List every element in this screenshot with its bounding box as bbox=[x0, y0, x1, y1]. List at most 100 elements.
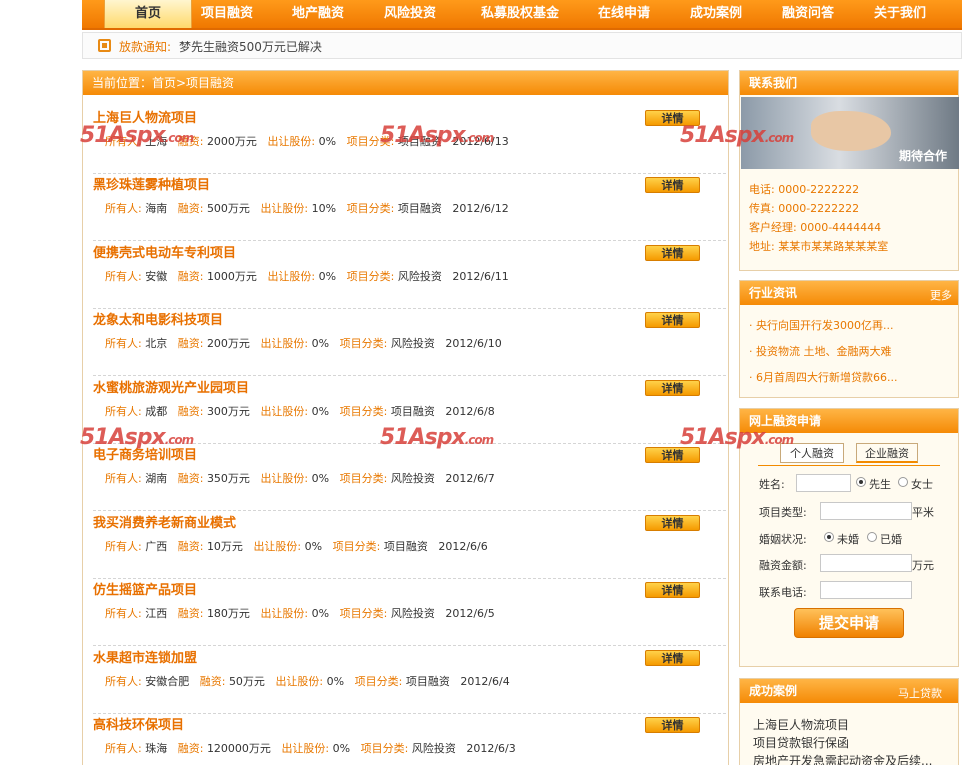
fund-value: 2000万元 bbox=[206, 135, 257, 148]
gender-male-label: 先生 bbox=[869, 478, 891, 491]
project-row: 龙象太和电影科技项目 详情所有人: 北京 融资: 200万元 出让股份: 0% 项… bbox=[93, 309, 726, 376]
nav-item-success-cases[interactable]: 成功案例 bbox=[676, 0, 756, 28]
project-meta: 所有人: 安徽合肥 融资: 50万元 出让股份: 0% 项目分类: 项目融资 2… bbox=[105, 673, 510, 689]
watermark-logo: 51Aspx.com bbox=[680, 123, 794, 148]
share-label: 出让股份: bbox=[253, 540, 302, 553]
project-title[interactable]: 水蜜桃旅游观光产业园项目 bbox=[93, 377, 249, 396]
notice-text[interactable]: 梦先生融资500万元已解决 bbox=[179, 38, 322, 55]
date-value: 2012/6/12 bbox=[452, 202, 509, 215]
phone-input[interactable] bbox=[820, 581, 912, 599]
unmarried-radio[interactable] bbox=[824, 532, 834, 542]
share-value: 0% bbox=[318, 270, 337, 283]
category-label: 项目分类: bbox=[332, 540, 381, 553]
category-value: 风险投资 bbox=[411, 742, 456, 755]
watermark-logo: 51Aspx.com bbox=[380, 123, 494, 148]
project-title[interactable]: 龙象太和电影科技项目 bbox=[93, 309, 223, 328]
watermark-logo: 51Aspx.com bbox=[680, 425, 794, 450]
owner-label: 所有人: bbox=[105, 270, 142, 283]
owner-label: 所有人: bbox=[105, 540, 142, 553]
name-input[interactable] bbox=[796, 474, 851, 492]
project-meta: 所有人: 安徽 融资: 1000万元 出让股份: 0% 项目分类: 风险投资 2… bbox=[105, 268, 509, 284]
gender-male-radio[interactable] bbox=[856, 477, 866, 487]
case-item[interactable]: 房地产开发急需起动资金及后续... bbox=[753, 752, 932, 765]
owner-value: 珠海 bbox=[145, 742, 168, 755]
contact-title: 联系我们 bbox=[740, 71, 958, 95]
owner-label: 所有人: bbox=[105, 405, 142, 418]
tab-enterprise[interactable]: 企业融资 bbox=[856, 443, 918, 463]
nav-item-faq[interactable]: 融资问答 bbox=[768, 0, 848, 28]
notice-icon bbox=[98, 39, 111, 52]
nav-item-project-financing[interactable]: 项目融资 bbox=[187, 0, 267, 28]
category-label: 项目分类: bbox=[346, 270, 395, 283]
date-value: 2012/6/5 bbox=[445, 607, 495, 620]
amount-unit: 万元 bbox=[912, 559, 934, 572]
nav-item-apply-online[interactable]: 在线申请 bbox=[584, 0, 664, 28]
amount-input[interactable] bbox=[820, 554, 912, 572]
project-type-input[interactable] bbox=[820, 502, 912, 520]
marital-label: 婚姻状况: bbox=[759, 533, 807, 546]
project-title[interactable]: 水果超市连锁加盟 bbox=[93, 647, 197, 666]
nav-item-private-equity[interactable]: 私募股权基金 bbox=[468, 0, 572, 28]
name-label: 姓名: bbox=[759, 478, 785, 491]
detail-button[interactable]: 详情 bbox=[645, 312, 700, 328]
news-item[interactable]: · 投资物流 土地、金融两大难 bbox=[749, 343, 892, 359]
share-label: 出让股份: bbox=[267, 270, 316, 283]
gender-female-radio[interactable] bbox=[898, 477, 908, 487]
category-label: 项目分类: bbox=[339, 337, 388, 350]
breadcrumb: 当前位置：首页>项目融资 bbox=[83, 71, 728, 95]
date-value: 2012/6/6 bbox=[438, 540, 488, 553]
fund-label: 融资: bbox=[177, 202, 204, 215]
project-title[interactable]: 黑珍珠莲雾种植项目 bbox=[93, 174, 210, 193]
nav-item-real-estate[interactable]: 地产融资 bbox=[278, 0, 358, 28]
project-title[interactable]: 我买消费养老新商业模式 bbox=[93, 512, 236, 531]
fund-label: 融资: bbox=[177, 472, 204, 485]
cases-title: 成功案例 马上贷款 bbox=[740, 679, 958, 703]
fund-value: 1000万元 bbox=[206, 270, 257, 283]
category-value: 风险投资 bbox=[390, 472, 435, 485]
share-label: 出让股份: bbox=[267, 135, 316, 148]
news-item[interactable]: · 6月首周四大行新增贷款66... bbox=[749, 369, 897, 385]
watermark-logo: 51Aspx.com bbox=[80, 123, 194, 148]
case-item[interactable]: 上海巨人物流项目 bbox=[753, 716, 849, 733]
news-item[interactable]: · 央行向国开行发3000亿再... bbox=[749, 317, 893, 333]
fund-label: 融资: bbox=[177, 405, 204, 418]
news-box: 行业资讯 更多 · 央行向国开行发3000亿再... · 投资物流 土地、金融两… bbox=[739, 280, 959, 398]
detail-button[interactable]: 详情 bbox=[645, 245, 700, 261]
project-meta: 所有人: 成都 融资: 300万元 出让股份: 0% 项目分类: 项目融资 20… bbox=[105, 403, 495, 419]
share-value: 0% bbox=[311, 337, 330, 350]
category-label: 项目分类: bbox=[339, 607, 388, 620]
project-meta: 所有人: 海南 融资: 500万元 出让股份: 10% 项目分类: 项目融资 2… bbox=[105, 200, 509, 216]
nav-item-about[interactable]: 关于我们 bbox=[860, 0, 940, 28]
married-radio[interactable] bbox=[867, 532, 877, 542]
detail-button[interactable]: 详情 bbox=[645, 380, 700, 396]
owner-value: 成都 bbox=[145, 405, 168, 418]
owner-value: 广西 bbox=[145, 540, 168, 553]
news-title: 行业资讯 更多 bbox=[740, 281, 958, 305]
detail-button[interactable]: 详情 bbox=[645, 177, 700, 193]
project-title[interactable]: 仿生摇篮产品项目 bbox=[93, 579, 197, 598]
detail-button[interactable]: 详情 bbox=[645, 717, 700, 733]
share-value: 0% bbox=[311, 405, 330, 418]
submit-button[interactable]: 提交申请 bbox=[794, 608, 904, 638]
date-value: 2012/6/11 bbox=[452, 270, 509, 283]
project-type-label: 项目类型: bbox=[759, 506, 807, 519]
case-item[interactable]: 项目贷款银行保函 bbox=[753, 734, 849, 751]
detail-button[interactable]: 详情 bbox=[645, 582, 700, 598]
fund-value: 120000万元 bbox=[206, 742, 271, 755]
detail-button[interactable]: 详情 bbox=[645, 650, 700, 666]
project-meta: 所有人: 北京 融资: 200万元 出让股份: 0% 项目分类: 风险投资 20… bbox=[105, 335, 502, 351]
category-label: 项目分类: bbox=[346, 202, 395, 215]
news-more-link[interactable]: 更多 bbox=[930, 284, 952, 308]
category-label: 项目分类: bbox=[339, 405, 388, 418]
owner-value: 江西 bbox=[145, 607, 168, 620]
project-list-panel: 当前位置：首页>项目融资 上海巨人物流项目 详情 所有人: 上海 融资: 2000万… bbox=[82, 70, 729, 765]
owner-value: 北京 bbox=[145, 337, 168, 350]
detail-button[interactable]: 详情 bbox=[645, 515, 700, 531]
category-value: 项目融资 bbox=[390, 405, 435, 418]
share-value: 0% bbox=[311, 472, 330, 485]
nav-item-venture[interactable]: 风险投资 bbox=[370, 0, 450, 28]
cases-more-link[interactable]: 马上贷款 bbox=[898, 682, 942, 706]
project-title[interactable]: 高科技环保项目 bbox=[93, 714, 184, 733]
project-title[interactable]: 便携壳式电动车专利项目 bbox=[93, 242, 236, 261]
nav-item-home[interactable]: 首页 bbox=[104, 0, 192, 28]
